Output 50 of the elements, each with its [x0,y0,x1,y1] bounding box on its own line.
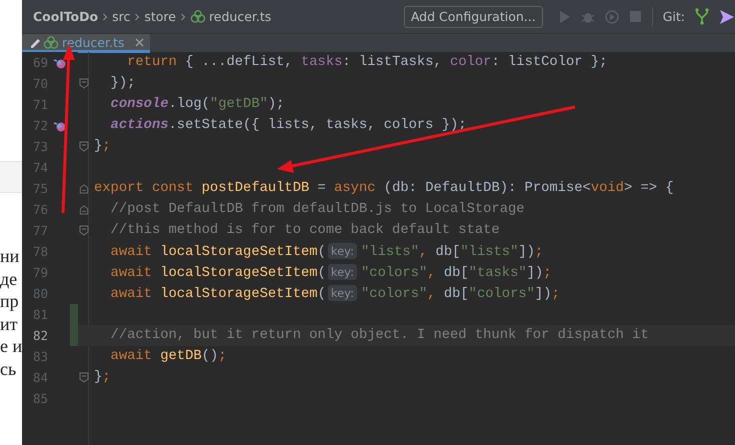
code-line: export const postDefaultDB = async (db: DefaultDB): Promise<void> => { [93,181,674,196]
push-icon[interactable] [719,8,735,24]
page-text: ит [0,312,18,336]
breadcrumb-item[interactable]: reducer.ts [208,9,272,24]
page-text: сь [0,358,18,381]
run-icon[interactable] [558,10,571,24]
code-line: //action, but it return only object. I need thunk for dispatch it [110,328,649,343]
close-icon[interactable] [135,38,144,46]
page-text: де [0,268,18,290]
breadcrumb-item[interactable]: src [112,9,130,24]
fold-icon[interactable] [78,184,88,194]
fold-icon[interactable] [78,141,88,152]
file-icon [43,36,59,48]
code-line: await getDB(); [110,349,226,364]
coverage-icon[interactable] [604,10,619,24]
page-text: пр [0,290,20,313]
code-line: return { ...defList, tasks: listTasks, color: listColor }; [126,55,608,70]
change-marker[interactable] [70,304,78,325]
breadcrumb-item[interactable]: CoolToDo [33,9,98,24]
code-line: console.log("getDB"); [110,97,284,112]
chevron-icon [134,12,140,20]
code-line: await localStorageSetItem( key: "colors", db["tasks"]); [110,264,552,280]
code-line: await localStorageSetItem( key: "colors", db["colors"]); [110,286,560,302]
override-icon[interactable] [52,56,66,68]
change-marker[interactable] [70,325,78,346]
code-line: }); [110,76,136,91]
git-label: Git: [662,9,685,24]
page-text: ни [0,245,20,268]
code-line: actions.setState({ lists, tasks, colors }); [110,118,467,133]
code-line: //this method is for to come back default state [110,223,500,238]
code-line: await localStorageSetItem( key: "lists", db["lists"]); [110,244,544,260]
fold-icon[interactable] [78,372,88,383]
chevron-icon [102,12,108,20]
fold-icon[interactable] [78,204,88,214]
page-banner [0,161,22,193]
code-line: }; [93,139,111,154]
breadcrumb-item[interactable]: store [144,9,176,24]
stop-icon[interactable] [628,10,642,23]
chevron-icon [180,12,186,20]
line-number: 82 [32,328,48,343]
code-line: }; [93,370,111,385]
fold-icon[interactable] [78,225,88,236]
branch-icon[interactable] [695,8,709,25]
override-icon[interactable] [52,120,66,132]
page-text: е и [0,335,22,358]
code-line: //post DefaultDB from defaultDB.js to LocalStorage [110,202,525,217]
fold-icon[interactable] [78,78,88,89]
add-configuration-button[interactable]: Add Configuration... [404,6,543,28]
file-icon [190,10,206,23]
file-tab[interactable]: reducer.ts [22,34,150,53]
